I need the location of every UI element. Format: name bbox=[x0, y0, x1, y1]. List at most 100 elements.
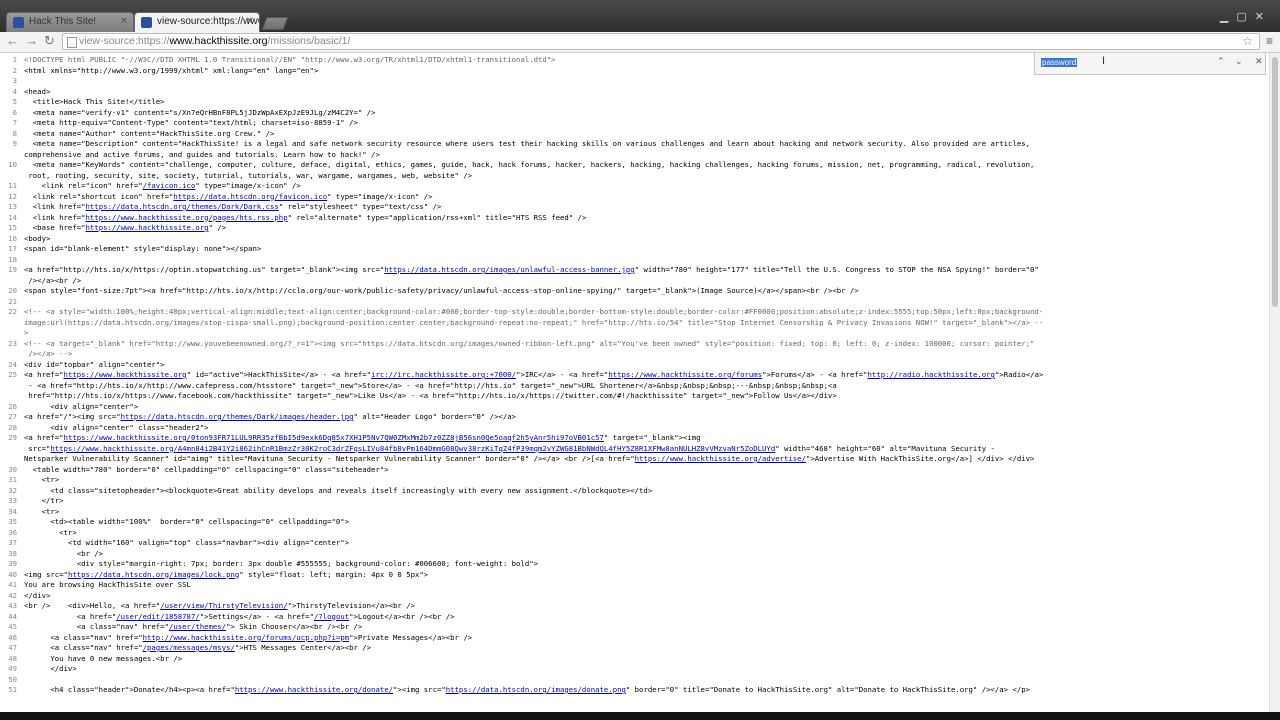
maximize-icon[interactable]: ▢ bbox=[1236, 11, 1254, 23]
url-path: /missions/basic/1/ bbox=[267, 35, 351, 47]
line-number: 31 bbox=[8, 475, 17, 484]
source-link[interactable]: https://data.htscdn.org/images/donate.pn… bbox=[446, 685, 626, 694]
line-number: 10 bbox=[8, 160, 17, 169]
forward-arrow-icon[interactable]: → bbox=[25, 33, 38, 48]
source-line: <link rel="icon" href="/favicon.ico" typ… bbox=[24, 181, 301, 190]
source-line: <!-- <a style="width:100%;height:40px;ve… bbox=[24, 307, 1044, 316]
bottom-edge bbox=[0, 712, 1280, 720]
source-link[interactable]: https://www.hackthissite.org/0ton93FR71L… bbox=[64, 433, 604, 442]
line-number: 44 bbox=[8, 611, 17, 621]
line-number: 36 bbox=[8, 527, 17, 537]
source-link[interactable]: /user/themes/ bbox=[169, 622, 226, 631]
scrollbar-thumb[interactable] bbox=[1272, 57, 1278, 307]
source-link[interactable]: http://radio.hackthissite.org bbox=[868, 370, 995, 379]
source-line: <img src="https://data.htscdn.org/images… bbox=[24, 569, 429, 579]
text-cursor-icon: I bbox=[1102, 55, 1106, 67]
source-link[interactable]: /user/view/ThirstyTelevision/ bbox=[160, 601, 287, 610]
find-input[interactable]: password bbox=[1041, 56, 1209, 70]
source-line: <table width="780" border="0" cellpaddin… bbox=[24, 464, 389, 474]
source-link[interactable]: https://www.hackthissite.org bbox=[64, 370, 187, 379]
vertical-scrollbar[interactable] bbox=[1269, 53, 1280, 712]
source-line: <meta name="KeyWords" content="challenge… bbox=[24, 160, 1035, 169]
line-number: 7 bbox=[12, 118, 17, 127]
source-link[interactable]: https://www.hackthissite.org bbox=[86, 223, 209, 232]
tab-hack-this-site[interactable]: Hack This Site! ✕ bbox=[6, 12, 134, 32]
source-line: <link href="https://www.hackthissite.org… bbox=[24, 212, 587, 222]
page-icon bbox=[67, 37, 77, 48]
source-line: </div> bbox=[24, 590, 51, 600]
source-link[interactable]: https://www.hackthissite.org/A4mn84i2B41… bbox=[50, 444, 775, 453]
line-number: 26 bbox=[8, 401, 17, 411]
find-query: password bbox=[1041, 58, 1078, 67]
source-link[interactable]: https://data.htscdn.org/themes/Dark/imag… bbox=[121, 412, 354, 421]
source-line: <meta name="verify-v1" content="s/Xn7eQr… bbox=[24, 107, 376, 117]
source-link[interactable]: https://data.htscdn.org/favicon.ico bbox=[173, 192, 327, 201]
line-number: 19 bbox=[8, 265, 17, 274]
source-line: <meta name="Author" content="HackThisSit… bbox=[24, 128, 275, 138]
source-link[interactable]: https://data.htscdn.org/themes/Dark/Dark… bbox=[86, 202, 279, 211]
source-line: href="http://hts.io/x/https://www.facebo… bbox=[24, 391, 837, 400]
source-line: <html xmlns="http://www.w3.org/1999/xhtm… bbox=[24, 65, 319, 75]
source-line: src="https://www.hackthissite.org/A4mn84… bbox=[24, 443, 995, 453]
source-line: <td><table width="100%" border="0" cells… bbox=[24, 517, 350, 526]
close-find-icon[interactable]: ✕ bbox=[1255, 56, 1263, 67]
line-number: 39 bbox=[8, 559, 17, 568]
line-number: 51 bbox=[8, 685, 17, 694]
line-number: 16 bbox=[8, 233, 17, 243]
find-next-icon[interactable]: ⌄ bbox=[1235, 56, 1243, 67]
bookmark-star-icon[interactable]: ☆ bbox=[1242, 34, 1253, 49]
source-link[interactable]: /favicon.ico bbox=[143, 181, 196, 190]
source-link[interactable]: https://data.htscdn.org/images/unlawful-… bbox=[384, 265, 634, 274]
line-number: 40 bbox=[8, 569, 17, 579]
source-line: <link rel="shortcut icon" href="https://… bbox=[24, 191, 433, 201]
line-number: 6 bbox=[12, 107, 17, 117]
source-link[interactable]: https://data.htscdn.org/images/lock.png bbox=[68, 570, 239, 579]
source-line: <a href="https://www.hackthissite.org" i… bbox=[24, 370, 1044, 379]
source-link[interactable]: https://www.hackthissite.org/advertise/ bbox=[635, 454, 806, 463]
site-favicon-icon bbox=[141, 17, 152, 28]
source-line: > bbox=[24, 328, 29, 337]
source-line: <!DOCTYPE html PUBLIC "-//W3C//DTD XHTML… bbox=[24, 55, 556, 64]
line-number: 42 bbox=[8, 590, 17, 600]
source-link[interactable]: https://www.hackthissite.org/donate/ bbox=[235, 685, 393, 694]
source-line: Netsparker Vulnerability Scanner" id="ai… bbox=[24, 454, 1035, 463]
source-link[interactable]: /?logout bbox=[314, 612, 349, 621]
new-tab-button[interactable] bbox=[261, 17, 289, 30]
source-line: You are browsing HackThisSite over SSL bbox=[24, 580, 191, 589]
line-number: 15 bbox=[8, 223, 17, 232]
source-link[interactable]: /pages/messages/msys/ bbox=[143, 643, 235, 652]
source-line: <head> bbox=[24, 86, 51, 96]
line-number: 23 bbox=[8, 338, 17, 348]
line-number: 25 bbox=[8, 370, 17, 379]
back-arrow-icon[interactable]: ← bbox=[6, 33, 19, 48]
source-line: <a class="nav" href="/user/themes/"> Ski… bbox=[24, 622, 363, 631]
page-source-view: 1 <!DOCTYPE html PUBLIC "-//W3C//DTD XHTM… bbox=[0, 53, 1268, 712]
address-bar[interactable]: view-source:https://www.hackthissite.org… bbox=[62, 33, 1260, 50]
site-favicon-icon bbox=[13, 17, 24, 28]
source-link[interactable]: /user/edit/1858787/ bbox=[116, 612, 199, 621]
source-line: image:url(https://data.htscdn.org/images… bbox=[24, 317, 1044, 327]
source-link[interactable]: http://www.hackthissite.org/forums/ucp.p… bbox=[143, 633, 349, 642]
line-number: 47 bbox=[8, 643, 17, 652]
line-number: 3 bbox=[12, 76, 17, 85]
close-window-icon[interactable]: ✕ bbox=[1255, 11, 1272, 23]
source-line: <div align="center" class="header2"> bbox=[24, 422, 209, 432]
tab-view-source[interactable]: view-source:https://www. ✕ bbox=[134, 12, 260, 32]
browser-menu-icon[interactable]: ≡ bbox=[1266, 34, 1273, 48]
line-number: 34 bbox=[8, 506, 17, 516]
source-line: <!-- <a target="_blank" href="http://www… bbox=[24, 338, 1035, 348]
source-link[interactable]: irc://irc.hackthissite.org:+7000/ bbox=[371, 370, 516, 379]
reload-icon[interactable]: ↻ bbox=[44, 33, 55, 49]
source-line: <div align="center"> bbox=[24, 401, 139, 411]
line-number: 11 bbox=[8, 181, 17, 190]
source-line: <meta name="Description" content="HackTh… bbox=[24, 139, 1031, 148]
line-number: 46 bbox=[8, 632, 17, 642]
source-link[interactable]: https://www.hackthissite.org/forums bbox=[608, 370, 762, 379]
close-tab-icon[interactable]: ✕ bbox=[246, 13, 254, 31]
find-previous-icon[interactable]: ⌃ bbox=[1217, 56, 1225, 67]
source-link[interactable]: https://www.hackthissite.org/pages/hts.r… bbox=[86, 213, 288, 222]
source-line: <tr> bbox=[24, 527, 77, 537]
minimize-icon[interactable]: ▁ bbox=[1220, 11, 1236, 23]
url-host: www.hackthissite.org bbox=[169, 35, 268, 47]
close-tab-icon[interactable]: ✕ bbox=[120, 13, 128, 31]
